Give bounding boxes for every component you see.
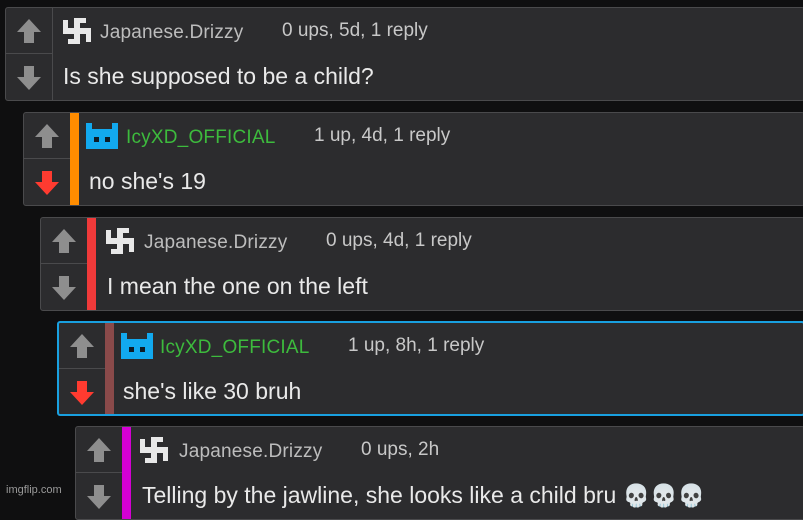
vote-column [76, 427, 123, 519]
upvote-button[interactable] [59, 323, 105, 369]
comment-5: Japanese.Drizzy 0 ups, 2h Telling by the… [75, 426, 803, 520]
comment-1: Japanese.Drizzy 0 ups, 5d, 1 reply Is sh… [5, 7, 803, 101]
thread-depth-bar [105, 323, 114, 414]
arrow-down-icon [17, 66, 41, 90]
upvote-button[interactable] [6, 8, 52, 54]
username[interactable]: Japanese.Drizzy [144, 232, 287, 254]
upvote-button[interactable] [41, 218, 87, 264]
swastika-avatar-icon [140, 437, 168, 463]
comment-meta: 1 up, 4d, 1 reply [314, 125, 451, 146]
swastika-avatar-icon [63, 18, 91, 44]
arrow-down-icon [87, 485, 111, 509]
downvote-button[interactable] [41, 265, 87, 310]
arrow-up-icon [17, 18, 41, 43]
vote-column [41, 218, 88, 310]
arrow-down-active-icon [35, 171, 59, 195]
username[interactable]: Japanese.Drizzy [100, 22, 243, 44]
vote-column [59, 323, 106, 414]
comment-meta: 0 ups, 4d, 1 reply [326, 230, 472, 251]
comment-meta: 1 up, 8h, 1 reply [348, 335, 485, 356]
comment-text: I mean the one on the left [107, 273, 368, 299]
comment-3: Japanese.Drizzy 0 ups, 4d, 1 reply I mea… [40, 217, 803, 311]
comment-text: no she's 19 [89, 168, 206, 194]
upvote-button[interactable] [24, 113, 70, 159]
comment-text-content: Telling by the jawline, she looks like a… [142, 482, 617, 508]
username[interactable]: IcyXD_OFFICIAL [126, 127, 276, 149]
thread-depth-bar [70, 113, 79, 205]
comment-text: Telling by the jawline, she looks like a… [142, 482, 705, 509]
watermark: imgflip.com [6, 484, 62, 496]
swastika-avatar-icon [106, 228, 134, 254]
arrow-up-icon [35, 123, 59, 148]
vote-column [24, 113, 71, 205]
arrow-up-icon [70, 333, 94, 358]
comment-text: she's like 30 bruh [123, 378, 302, 404]
comment-4: IcyXD_OFFICIAL 1 up, 8h, 1 reply she's l… [57, 321, 803, 416]
blue-robot-avatar-icon [86, 123, 118, 149]
comment-text: Is she supposed to be a child? [63, 63, 374, 89]
username[interactable]: Japanese.Drizzy [179, 441, 322, 463]
upvote-button[interactable] [76, 427, 122, 473]
comment-2: IcyXD_OFFICIAL 1 up, 4d, 1 reply no she'… [23, 112, 803, 206]
arrow-up-icon [87, 437, 111, 462]
downvote-button[interactable] [76, 474, 122, 519]
arrow-up-icon [52, 228, 76, 253]
comment-meta: 0 ups, 5d, 1 reply [282, 20, 428, 41]
comment-meta: 0 ups, 2h [361, 439, 440, 460]
thread-depth-bar [122, 427, 131, 519]
arrow-down-active-icon [70, 381, 94, 405]
downvote-button[interactable] [6, 55, 52, 100]
skull-emoji: 💀💀💀 [622, 483, 705, 508]
downvote-button[interactable] [59, 370, 105, 414]
thread-depth-bar [87, 218, 96, 310]
username[interactable]: IcyXD_OFFICIAL [160, 337, 310, 359]
arrow-down-icon [52, 276, 76, 300]
vote-column [6, 8, 53, 100]
downvote-button[interactable] [24, 160, 70, 205]
blue-robot-avatar-icon [121, 333, 153, 359]
